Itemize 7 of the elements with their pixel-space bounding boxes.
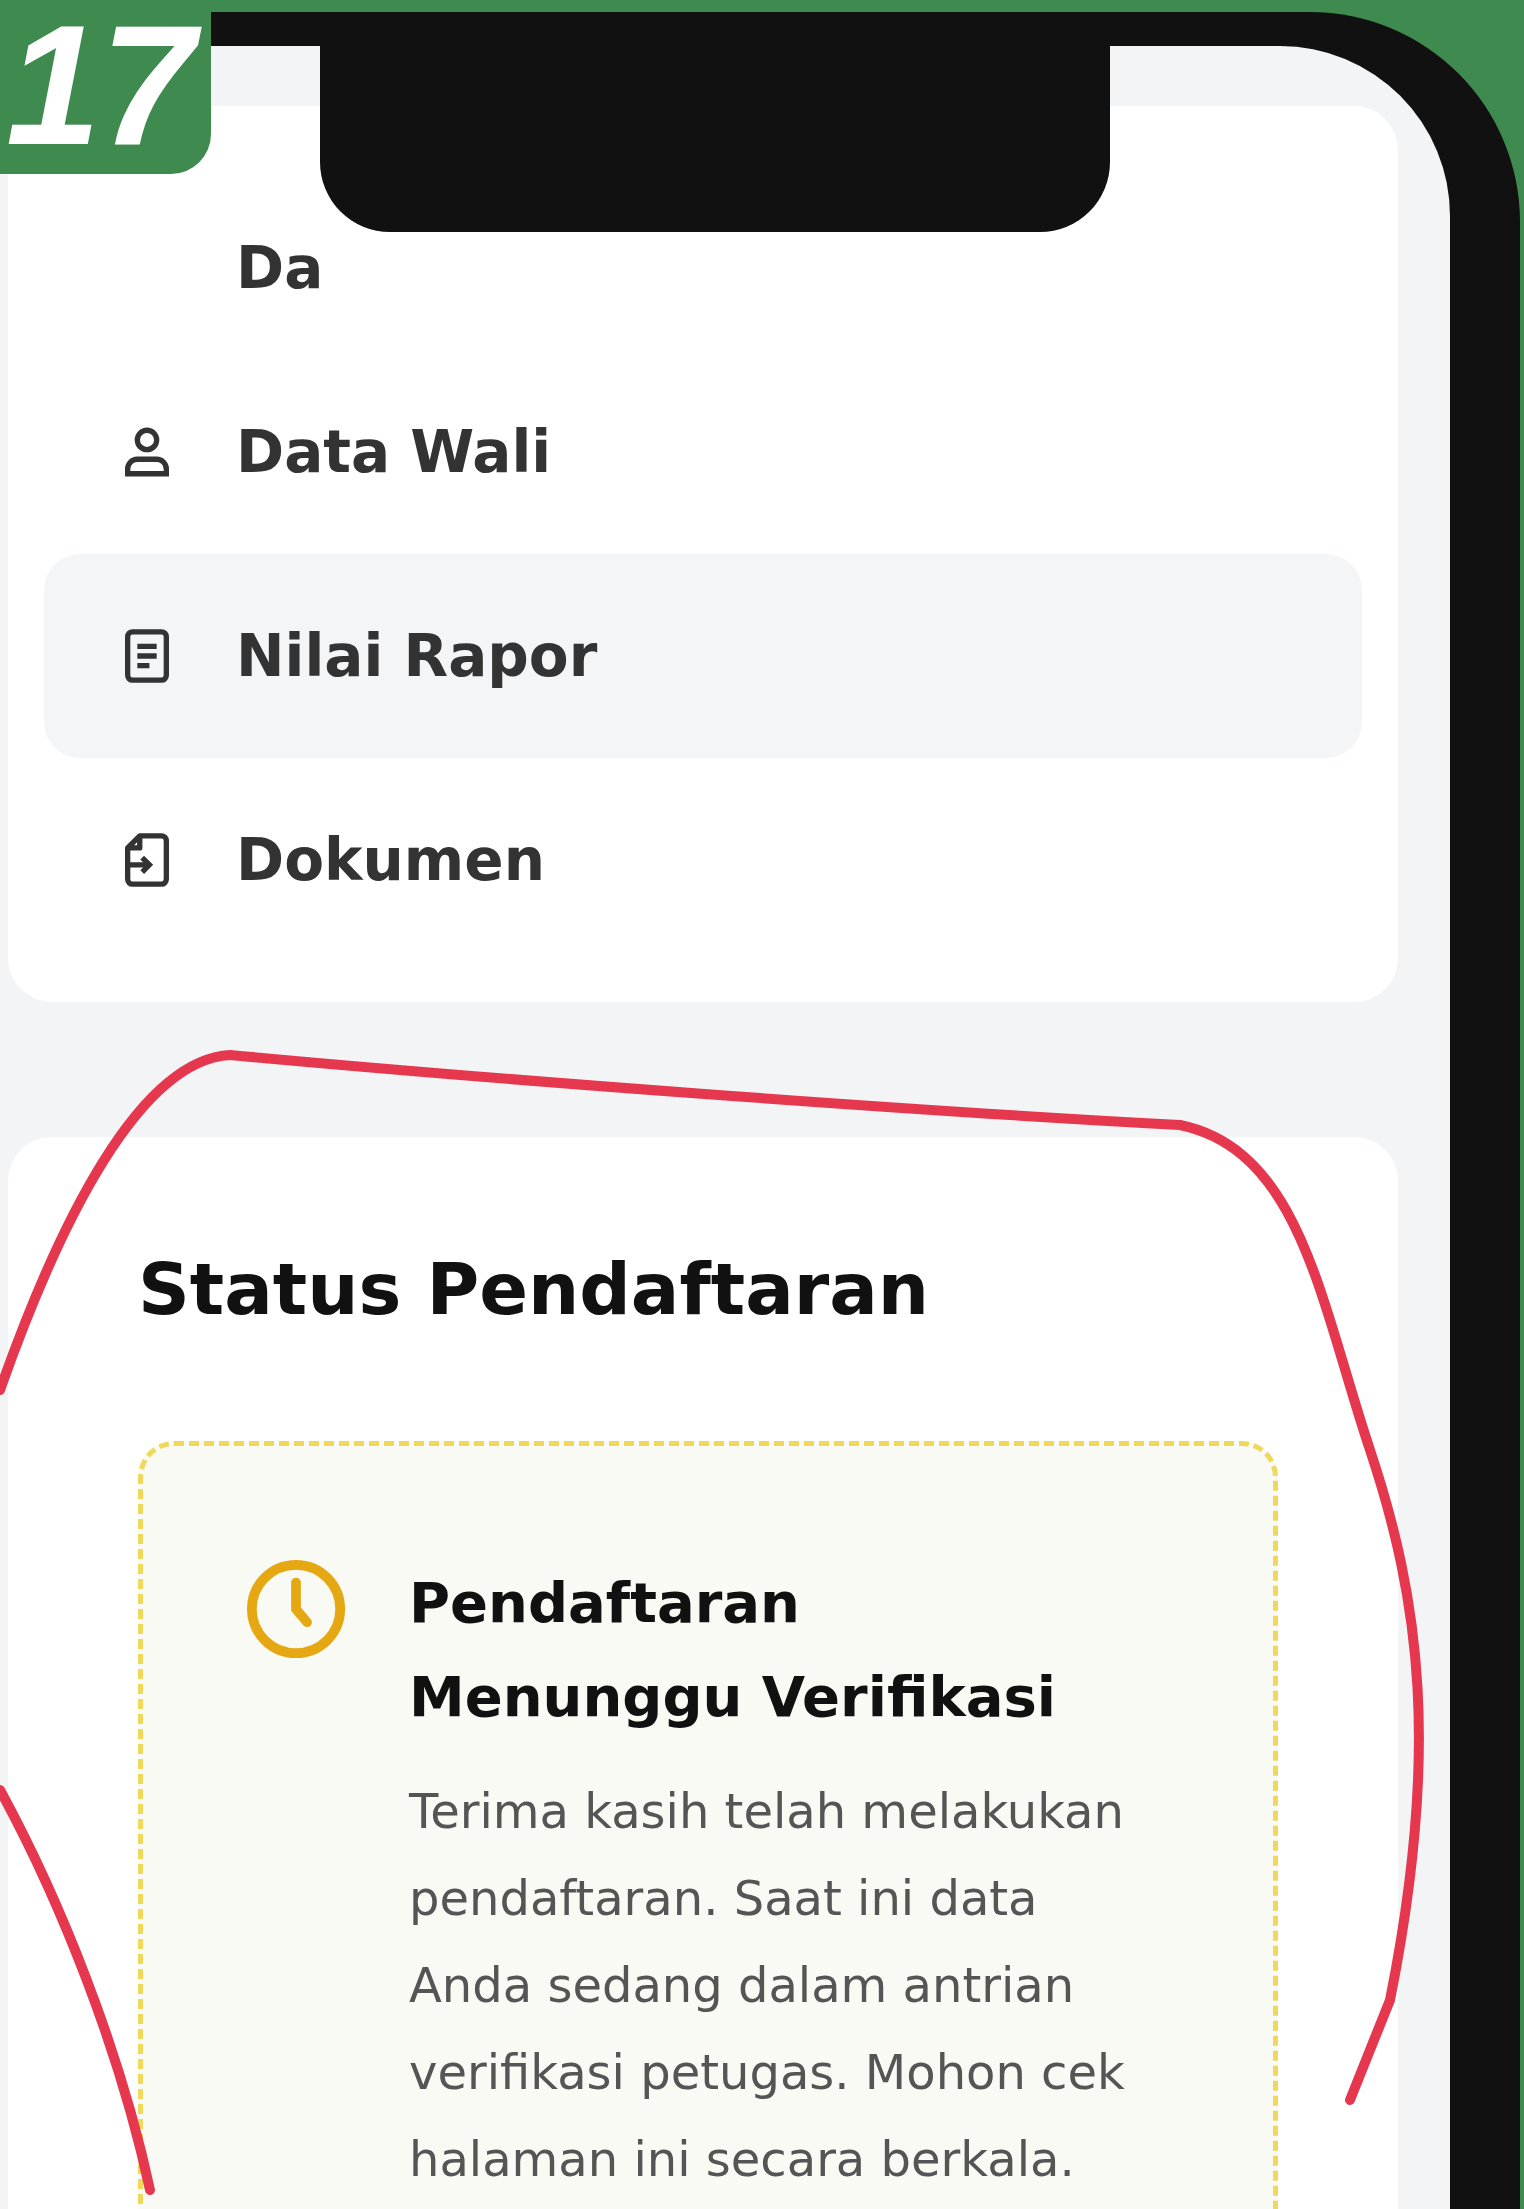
- menu-item[interactable]: Dokumen: [44, 758, 555, 962]
- notice-heading: Pendaftaran Menunggu Verifikasi: [409, 1569, 1057, 1731]
- menu-item[interactable]: Nilai Rapor: [44, 554, 1362, 758]
- menu-item[interactable]: Da: [44, 186, 334, 350]
- status-title: Status Pendaftaran: [138, 1247, 931, 1331]
- notice-message: Terima kasih telah melakukan pendaftaran. Saat ini data Anda sedang dalam antrian verifikasi petugas. Mohon cek halaman ini secara berkala.: [409, 1782, 1126, 2189]
- menu-item[interactable]: Data Wali: [44, 350, 562, 554]
